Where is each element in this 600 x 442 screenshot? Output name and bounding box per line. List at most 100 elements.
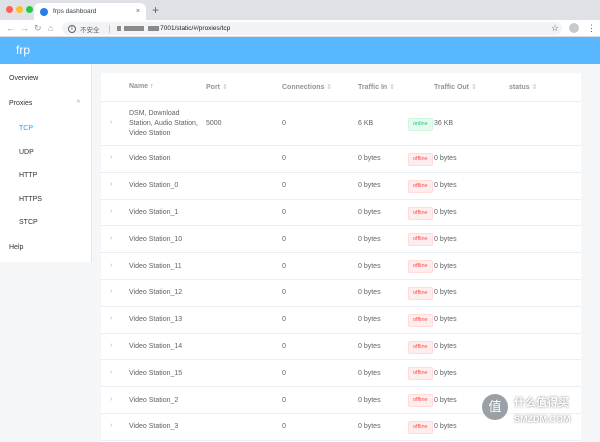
cell-connections: 0 [282,235,286,243]
sort-ascending-icon[interactable]: ↑ [150,83,154,90]
close-window-button[interactable] [6,6,13,13]
chevron-right-icon[interactable]: › [110,422,112,429]
cell-name: Video Station_2 [129,396,179,404]
cell-connections: 0 [282,182,286,190]
cell-name: Video Station_13 [129,316,183,324]
cell-traffic-out: 0 bytes [434,396,457,404]
column-header-traffic-out[interactable]: Traffic Out ⇕ [434,83,477,91]
home-icon[interactable]: ⌂ [48,22,53,34]
maximize-window-button[interactable] [26,6,33,13]
column-label: Connections [282,84,325,91]
column-header-traffic-in[interactable]: Traffic In ⇕ [358,83,395,91]
chevron-right-icon[interactable]: › [110,315,112,322]
cell-name: Video Station_15 [129,369,183,377]
cell-traffic-out: 0 bytes [434,155,457,163]
star-icon[interactable]: ☆ [551,22,559,34]
chevron-right-icon[interactable]: › [110,288,112,295]
chevron-right-icon[interactable]: › [110,262,112,269]
sidebar: Overview Proxies ^ TCP UDP HTTP HTTPS ST… [0,64,92,262]
status-badge: online [408,117,433,131]
back-arrow-icon[interactable]: ← [6,22,15,34]
status-badge: offline [408,420,433,434]
cell-traffic-out: 0 bytes [434,316,457,324]
browser-tab-bar: frps dashboard × + [0,0,600,20]
sidebar-item-help[interactable]: Help [0,237,92,259]
cell-traffic-out: 0 bytes [434,262,457,270]
cell-traffic-in: 0 bytes [358,209,381,216]
cell-connections: 0 [282,369,286,377]
cell-name: Video Station_14 [129,343,183,350]
column-header-port[interactable]: Port ⇕ [206,83,228,91]
cell-traffic-in: 0 bytes [358,262,381,270]
chevron-right-icon[interactable]: › [110,119,112,126]
chevron-right-icon[interactable]: › [110,396,112,403]
status-badge: offline [408,206,433,220]
cell-name: Video Station [129,155,171,163]
cell-traffic-in: 0 bytes [358,289,381,297]
sort-icon[interactable]: ⇕ [326,84,332,91]
cell-connections: 0 [282,155,286,163]
cell-traffic-out: 0 bytes [434,423,457,431]
cell-traffic-in: 0 bytes [358,343,381,350]
chevron-right-icon[interactable]: › [110,369,112,376]
sort-icon[interactable]: ⇕ [222,84,228,91]
cell-traffic-in: 0 bytes [358,423,381,431]
address-bar[interactable]: i 不安全 7001/static/#/proxies/tcp [62,22,562,35]
minimize-window-button[interactable] [16,6,23,13]
status-badge: offline [408,313,433,327]
status-badge: offline [408,179,433,193]
cell-traffic-out: 0 bytes [434,289,457,297]
cell-connections: 0 [282,120,286,127]
chevron-right-icon[interactable]: › [110,235,112,242]
watermark-text: 什么值得买 [514,397,569,409]
column-header-connections[interactable]: Connections ⇕ [282,83,332,91]
watermark-logo: 值 [482,394,508,420]
sidebar-item-udp[interactable]: UDP [0,142,92,164]
sort-icon[interactable]: ⇕ [532,84,538,91]
sidebar-item-overview[interactable]: Overview [0,68,92,90]
avatar[interactable] [569,23,579,33]
cell-traffic-in: 0 bytes [358,369,381,377]
column-label: Name [129,83,149,90]
status-badge: offline [408,367,433,381]
sidebar-item-http[interactable]: HTTP [0,165,92,187]
cell-name: DSM, Download Station, Audio Station, Vi… [129,110,198,137]
sidebar-item-https[interactable]: HTTPS [0,189,92,211]
chevron-right-icon[interactable]: › [110,208,112,215]
sort-icon[interactable]: ⇕ [471,84,477,91]
more-icon[interactable]: ⋮ [587,22,596,34]
reload-icon[interactable]: ↻ [34,22,42,34]
cell-traffic-in: 0 bytes [358,316,381,324]
redacted-block [148,25,160,31]
divider [108,24,110,33]
status-badge: offline [408,152,433,166]
cell-connections: 0 [282,396,286,404]
tab-close-icon[interactable]: × [136,8,140,15]
chevron-right-icon[interactable]: › [110,154,112,161]
chevron-right-icon[interactable]: › [110,342,112,349]
brand-logo[interactable]: frp [16,43,30,57]
column-label: status [509,84,530,91]
sidebar-empty-area [0,262,92,442]
redacted-block [116,25,121,31]
sidebar-item-proxies[interactable]: Proxies ^ [0,93,92,115]
column-header-name[interactable]: Name ↑ [129,83,154,90]
status-badge: offline [408,260,433,274]
sidebar-item-stcp[interactable]: STCP [0,212,92,234]
app-header: frp [0,37,600,64]
chevron-up-icon: ^ [76,100,80,107]
info-icon[interactable]: i [68,24,76,33]
new-tab-button[interactable]: + [152,3,159,17]
chevron-right-icon[interactable]: › [110,181,112,188]
forward-arrow-icon[interactable]: → [20,22,29,34]
tab-title: frps dashboard [53,8,97,15]
cell-name: Video Station_12 [129,289,183,297]
browser-tab[interactable]: frps dashboard × [34,3,146,20]
sidebar-item-tcp[interactable]: TCP [0,118,92,140]
sort-icon[interactable]: ⇕ [389,84,395,91]
cell-traffic-in: 0 bytes [358,235,381,243]
column-label: Traffic In [358,84,388,91]
cell-port: 5000 [206,120,222,127]
cell-connections: 0 [282,423,286,431]
cell-name: Video Station_0 [129,182,179,190]
